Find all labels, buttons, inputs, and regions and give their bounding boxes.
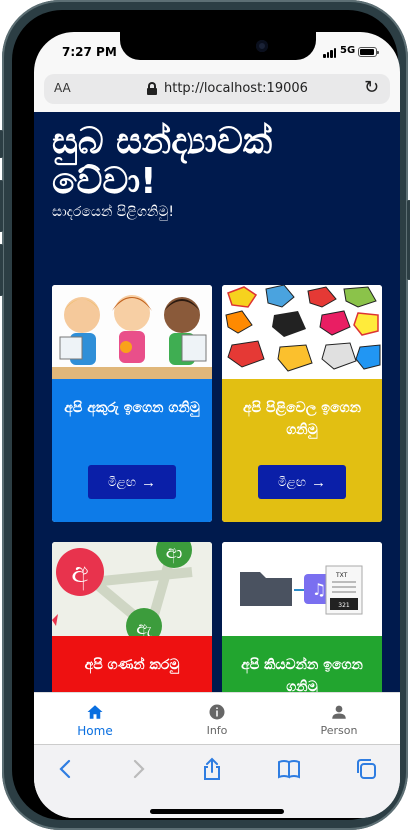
comic-stickers-illustration: [222, 285, 382, 379]
status-bar: 7:27 PM 5G: [34, 32, 400, 72]
card-title: අපි පිළිවෙල ඉගෙන ගනිමු: [243, 400, 361, 438]
person-icon: [332, 705, 346, 719]
phone-frame: 7:27 PM 5G AA http://localhost:19006 ↻ ස…: [0, 0, 410, 830]
mute-switch: [0, 130, 3, 158]
volume-up-button: [0, 180, 3, 232]
text-to-audio-illustration: ♫ TXT 321: [222, 542, 382, 636]
arrow-right-icon: →: [140, 473, 156, 491]
svg-text:♫: ♫: [312, 580, 326, 599]
nav-info-label: Info: [206, 724, 228, 737]
card-order[interactable]: අපි පිළිවෙල ඉගෙන ගනිමු මීළඟ →: [222, 285, 382, 522]
home-indicator: [150, 809, 284, 814]
reload-icon[interactable]: ↻: [364, 78, 379, 98]
page-subtitle: සාදරයෙන් පිළිගනිමු!: [52, 204, 174, 220]
card-body: අපි අකුරු ඉගෙන ගනිමු මීළඟ →: [52, 379, 212, 522]
next-button-label: මීළඟ: [278, 474, 306, 489]
bottom-navigation: Home Info Person: [34, 692, 400, 744]
nav-home[interactable]: Home: [34, 693, 156, 745]
letter-balls-illustration: අ ආ ඇ: [52, 542, 212, 636]
card-title: අපි කියවන්න ඉගෙන ගනිමු: [241, 657, 363, 692]
svg-text:ආ: ආ: [166, 542, 183, 564]
next-button[interactable]: මීළඟ →: [88, 465, 176, 499]
card-title: අපි ගණන් කරමු: [84, 657, 180, 673]
text-size-button[interactable]: AA: [54, 81, 71, 95]
card-counting[interactable]: අ ආ ඇ අපි ගණන් කරමු: [52, 542, 212, 692]
camera-icon: [256, 40, 268, 52]
txt-label: TXT: [335, 572, 348, 579]
forward-icon[interactable]: [126, 757, 150, 781]
status-time: 7:27 PM: [62, 45, 117, 59]
nav-person-label: Person: [320, 724, 358, 737]
srt-label: 321: [338, 602, 350, 609]
next-button-label: මීළඟ: [108, 474, 136, 489]
phone-bezel: 7:27 PM 5G AA http://localhost:19006 ↻ ස…: [12, 10, 400, 820]
card-letters[interactable]: අපි අකුරු ඉගෙන ගනිමු මීළඟ →: [52, 285, 212, 522]
signal-icon: [323, 48, 337, 58]
address-bar[interactable]: AA http://localhost:19006 ↻: [44, 74, 390, 104]
lock-icon: [147, 82, 157, 95]
nav-info[interactable]: Info: [156, 693, 278, 745]
card-reading[interactable]: ♫ TXT 321 අපි කියවන්න ඉගෙන ගනිමු: [222, 542, 382, 692]
card-body: අපි කියවන්න ඉගෙන ගනිමු: [222, 636, 382, 692]
card-title: අපි අකුරු ඉගෙන ගනිමු: [64, 400, 200, 416]
card-body: අපි පිළිවෙල ඉගෙන ගනිමු මීළඟ →: [222, 379, 382, 522]
info-icon: [209, 704, 225, 720]
volume-down-button: [0, 244, 3, 296]
back-icon[interactable]: [54, 757, 78, 781]
card-body: අපි ගණන් කරමු: [52, 636, 212, 692]
battery-icon: [358, 47, 379, 57]
page-content: සුබ සන්ද්‍යාවක් වේවා! සාදරයෙන් පිළිගනිමු…: [34, 112, 400, 692]
svg-text:ඇ: ඇ: [136, 618, 152, 636]
notch: [120, 32, 316, 60]
nav-home-label: Home: [77, 724, 113, 738]
url-text[interactable]: http://localhost:19006: [164, 81, 308, 96]
network-type: 5G: [340, 45, 356, 56]
next-button[interactable]: මීළඟ →: [258, 465, 346, 499]
phone-screen: 7:27 PM 5G AA http://localhost:19006 ↻ ස…: [34, 32, 400, 818]
page-title: සුබ සන්ද්‍යාවක් වේවා!: [52, 121, 273, 202]
tabs-icon[interactable]: [354, 757, 378, 781]
share-icon[interactable]: [200, 757, 224, 781]
arrow-right-icon: →: [310, 473, 326, 491]
bookmarks-icon[interactable]: [277, 757, 301, 781]
nav-person[interactable]: Person: [278, 693, 400, 745]
home-icon: [87, 705, 103, 719]
svg-text:අ: අ: [71, 556, 88, 591]
browser-toolbar: [34, 744, 400, 818]
children-illustration: [52, 285, 212, 379]
